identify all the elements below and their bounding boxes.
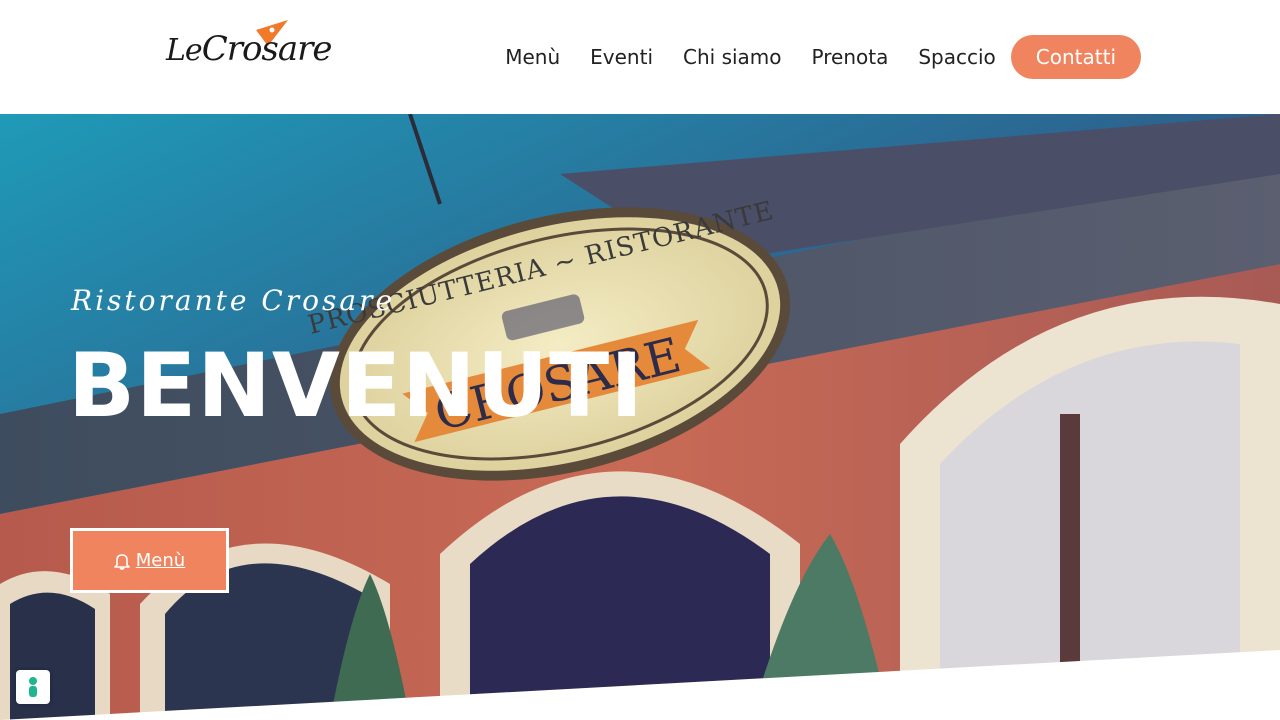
nav-item-menu[interactable]: Menù <box>490 35 575 79</box>
hero-bottom-divider <box>0 650 1280 720</box>
hero-title: BENVENUTI <box>68 334 644 437</box>
hero-menu-button-label: Menù <box>135 550 186 571</box>
bell-icon <box>113 552 130 570</box>
hero-section: PROSCIUTTERIA ~ RISTORANTE CROSARE Risto… <box>0 114 1280 720</box>
nav-item-prenota[interactable]: Prenota <box>797 35 904 79</box>
hero-menu-button[interactable]: Menù <box>70 528 229 593</box>
site-header: LeCrosare Menù Eventi Chi siamo Prenota … <box>0 0 1280 114</box>
nav-item-eventi[interactable]: Eventi <box>575 35 668 79</box>
nav-item-spaccio[interactable]: Spaccio <box>903 35 1010 79</box>
contatti-button[interactable]: Contatti <box>1010 35 1141 79</box>
cookie-consent-icon[interactable] <box>16 670 50 704</box>
main-nav: Menù Eventi Chi siamo Prenota Spaccio Co… <box>490 35 1141 79</box>
hero-subtitle: Ristorante Crosare <box>71 284 396 317</box>
nav-item-chi-siamo[interactable]: Chi siamo <box>668 35 797 79</box>
logo-text: LeCrosare <box>166 29 333 69</box>
brand-logo[interactable]: LeCrosare <box>166 16 333 80</box>
